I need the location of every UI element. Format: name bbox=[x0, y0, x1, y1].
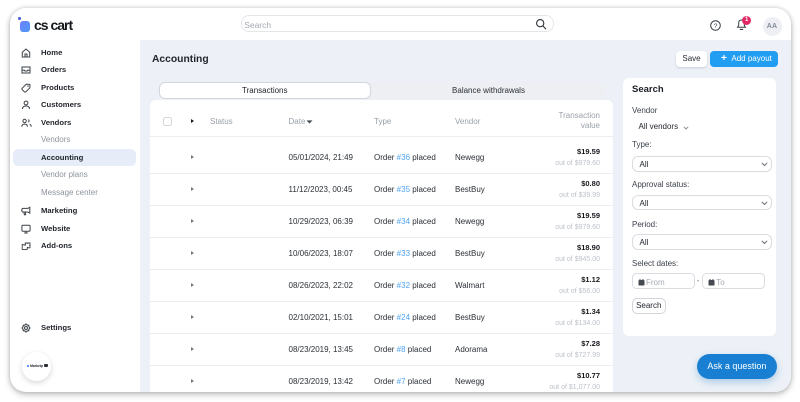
svg-text:?: ? bbox=[713, 22, 717, 29]
